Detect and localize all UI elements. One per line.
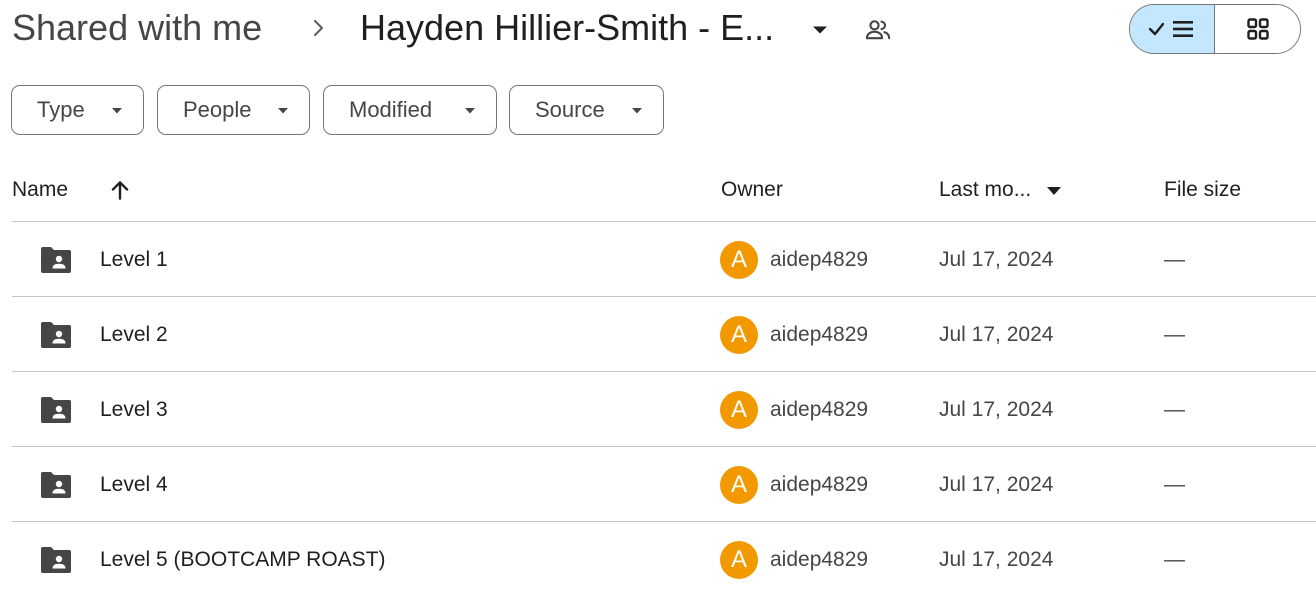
owner-name: aidep4829	[770, 248, 869, 271]
column-header-last-modified[interactable]: Last mo...	[939, 176, 1031, 204]
view-toggle	[1129, 4, 1301, 54]
avatar: A	[720, 466, 758, 504]
avatar: A	[720, 241, 758, 279]
file-name[interactable]: Level 2	[100, 321, 168, 349]
column-header-file-size[interactable]: File size	[1164, 176, 1241, 204]
arrow-drop-down-icon	[465, 108, 475, 114]
table-row[interactable]: Level 2 A aidep4829 Jul 17, 2024 —	[12, 297, 1316, 371]
arrow-drop-down-icon	[278, 108, 288, 114]
page-header: Shared with me Hayden Hillier-Smith - E.…	[0, 0, 1316, 60]
table-row[interactable]: Level 5 (BOOTCAMP ROAST) A aidep4829 Jul…	[12, 522, 1316, 596]
grid-icon	[1246, 18, 1269, 40]
file-name[interactable]: Level 4	[100, 471, 168, 499]
file-name[interactable]: Level 5 (BOOTCAMP ROAST)	[100, 546, 386, 574]
last-modified: Jul 17, 2024	[939, 398, 1054, 421]
checked-list-icon	[1148, 21, 1193, 37]
owner-name: aidep4829	[770, 323, 869, 346]
filter-modified-chip[interactable]: Modified	[323, 85, 497, 135]
people-icon	[865, 20, 891, 40]
chevron-right-icon	[313, 19, 324, 37]
list-view-button[interactable]	[1130, 5, 1215, 53]
filter-modified-label: Modified	[349, 97, 433, 122]
owner-name: aidep4829	[770, 398, 869, 421]
owner-name: aidep4829	[770, 548, 869, 571]
shared-folder-icon	[41, 472, 71, 498]
shared-folder-icon	[41, 547, 71, 573]
file-size: —	[1164, 248, 1185, 271]
table-row[interactable]: Level 4 A aidep4829 Jul 17, 2024 —	[12, 447, 1316, 521]
filter-people-label: People	[183, 97, 252, 122]
last-modified: Jul 17, 2024	[939, 323, 1054, 346]
column-header-name[interactable]: Name	[12, 176, 68, 204]
table-row[interactable]: Level 3 A aidep4829 Jul 17, 2024 —	[12, 372, 1316, 446]
filter-source-label: Source	[535, 97, 605, 122]
file-name[interactable]: Level 1	[100, 246, 168, 274]
arrow-drop-down-icon[interactable]	[1046, 186, 1062, 196]
grid-view-button[interactable]	[1215, 5, 1300, 53]
filter-type-chip[interactable]: Type	[11, 85, 144, 135]
arrow-drop-down-icon[interactable]	[806, 16, 834, 44]
last-modified: Jul 17, 2024	[939, 248, 1054, 271]
file-size: —	[1164, 398, 1185, 421]
avatar: A	[720, 541, 758, 579]
file-size: —	[1164, 473, 1185, 496]
breadcrumb-current-folder[interactable]: Hayden Hillier-Smith - E...	[360, 6, 774, 50]
filter-people-chip[interactable]: People	[157, 85, 310, 135]
last-modified: Jul 17, 2024	[939, 473, 1054, 496]
filter-source-chip[interactable]: Source	[509, 85, 664, 135]
file-size: —	[1164, 323, 1185, 346]
shared-folder-icon	[41, 322, 71, 348]
breadcrumb-shared-with-me[interactable]: Shared with me	[12, 6, 262, 50]
owner-name: aidep4829	[770, 473, 869, 496]
filter-type-label: Type	[37, 97, 85, 122]
table-row[interactable]: Level 1 A aidep4829 Jul 17, 2024 —	[12, 222, 1316, 296]
avatar: A	[720, 391, 758, 429]
avatar: A	[720, 316, 758, 354]
arrow-drop-down-icon	[632, 108, 642, 114]
column-header-owner[interactable]: Owner	[721, 176, 783, 204]
last-modified: Jul 17, 2024	[939, 548, 1054, 571]
file-size: —	[1164, 548, 1185, 571]
shared-folder-icon	[41, 247, 71, 273]
shared-folder-icon	[41, 397, 71, 423]
arrow-drop-down-icon	[112, 108, 122, 114]
file-name[interactable]: Level 3	[100, 396, 168, 424]
arrow-up-icon[interactable]	[107, 177, 133, 203]
